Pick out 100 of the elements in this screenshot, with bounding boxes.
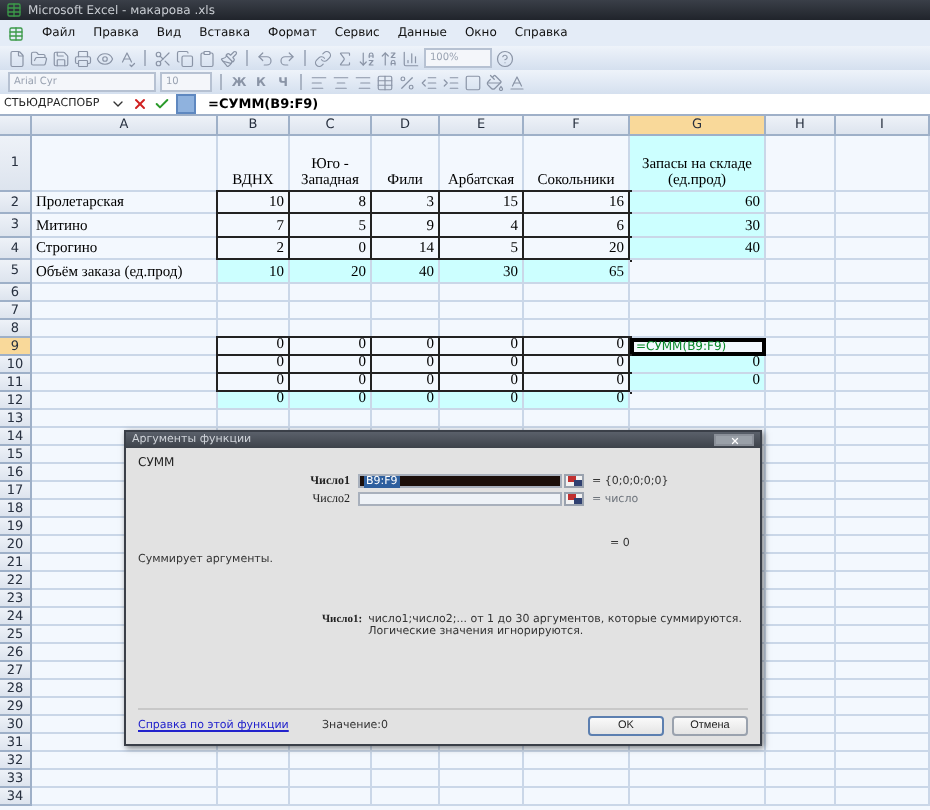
redo-icon[interactable] [278, 49, 296, 67]
open-folder-icon[interactable] [30, 49, 48, 67]
close-button[interactable] [714, 434, 754, 446]
spellcheck-icon[interactable] [118, 49, 136, 67]
sort-descending-icon[interactable] [380, 49, 398, 67]
empty-cell [836, 554, 930, 572]
new-file-icon[interactable] [8, 49, 26, 67]
empty-cell [630, 302, 766, 320]
empty-cell [766, 770, 836, 788]
fill-color-icon[interactable] [486, 73, 504, 91]
empty-cell [836, 572, 930, 590]
empty-cell [766, 320, 836, 338]
collapse-button[interactable] [564, 492, 584, 506]
empty-cell [836, 482, 930, 500]
empty-cell [836, 284, 930, 302]
empty-cell [524, 410, 630, 428]
link-icon[interactable] [314, 49, 332, 67]
empty-cell [836, 662, 930, 680]
empty-cell [766, 260, 836, 284]
empty-cell [218, 410, 290, 428]
check-icon[interactable] [154, 96, 170, 112]
select-all-corner[interactable] [0, 116, 32, 136]
percent-icon[interactable] [398, 73, 416, 91]
sigma-icon[interactable] [336, 49, 354, 67]
empty-cell [218, 770, 290, 788]
dropdown-icon[interactable] [110, 96, 126, 112]
empty-cell [766, 752, 836, 770]
close-icon[interactable] [729, 435, 739, 445]
empty-cell [440, 788, 524, 806]
empty-cell [372, 410, 440, 428]
borders-icon[interactable] [464, 73, 482, 91]
empty-cell [836, 446, 930, 464]
empty-cell [372, 770, 440, 788]
indent-icon[interactable] [442, 73, 460, 91]
empty-cell [766, 482, 836, 500]
preview-icon[interactable] [96, 49, 114, 67]
empty-cell [766, 302, 836, 320]
copy-icon[interactable] [176, 49, 194, 67]
empty-cell [836, 392, 930, 410]
empty-cell [440, 752, 524, 770]
empty-cell [836, 644, 930, 662]
argument-field[interactable] [358, 492, 562, 506]
brush-icon[interactable] [220, 49, 238, 67]
empty-cell [836, 192, 930, 214]
empty-cell [766, 698, 836, 716]
empty-cell [630, 752, 766, 770]
empty-cell [440, 770, 524, 788]
collapse-button[interactable] [564, 474, 584, 488]
undo-icon[interactable] [256, 49, 274, 67]
empty-cell [836, 428, 930, 446]
font-color-icon[interactable] [508, 73, 526, 91]
empty-cell [372, 752, 440, 770]
empty-cell [524, 788, 630, 806]
empty-cell [630, 788, 766, 806]
empty-cell [836, 320, 930, 338]
help-icon[interactable] [496, 49, 514, 67]
printer-icon[interactable] [74, 49, 92, 67]
scissors-icon[interactable] [154, 49, 172, 67]
empty-cell [836, 374, 930, 392]
empty-cell [836, 518, 930, 536]
cancel-icon[interactable] [132, 96, 148, 112]
empty-cell [836, 410, 930, 428]
empty-cell [290, 770, 372, 788]
empty-cell [218, 752, 290, 770]
empty-cell [766, 734, 836, 752]
empty-cell [766, 554, 836, 572]
empty-cell [766, 428, 836, 446]
merge-cells-icon[interactable] [376, 73, 394, 91]
empty-cell [836, 214, 930, 238]
empty-cell [218, 284, 290, 302]
empty-cell [836, 136, 930, 192]
align-left-icon[interactable] [310, 73, 328, 91]
empty-cell [836, 464, 930, 482]
align-center-icon[interactable] [332, 73, 350, 91]
sort-ascending-icon[interactable] [358, 49, 376, 67]
clipboard-icon[interactable] [198, 49, 216, 67]
empty-cell [630, 284, 766, 302]
empty-cell [766, 464, 836, 482]
spreadsheet-icon [6, 2, 22, 18]
empty-cell [836, 752, 930, 770]
empty-cell [836, 698, 930, 716]
empty-cell [836, 536, 930, 554]
empty-cell [766, 644, 836, 662]
align-right-icon[interactable] [354, 73, 372, 91]
empty-cell [290, 788, 372, 806]
empty-cell [836, 500, 930, 518]
save-icon[interactable] [52, 49, 70, 67]
empty-cell [218, 788, 290, 806]
chart-icon[interactable] [402, 49, 420, 67]
empty-cell [372, 284, 440, 302]
empty-cell [524, 284, 630, 302]
empty-cell [766, 518, 836, 536]
empty-cell [290, 284, 372, 302]
empty-cell [836, 608, 930, 626]
empty-cell [836, 770, 930, 788]
empty-cell [290, 410, 372, 428]
empty-cell [766, 608, 836, 626]
empty-cell [524, 770, 630, 788]
outdent-icon[interactable] [420, 73, 438, 91]
empty-cell [836, 590, 930, 608]
